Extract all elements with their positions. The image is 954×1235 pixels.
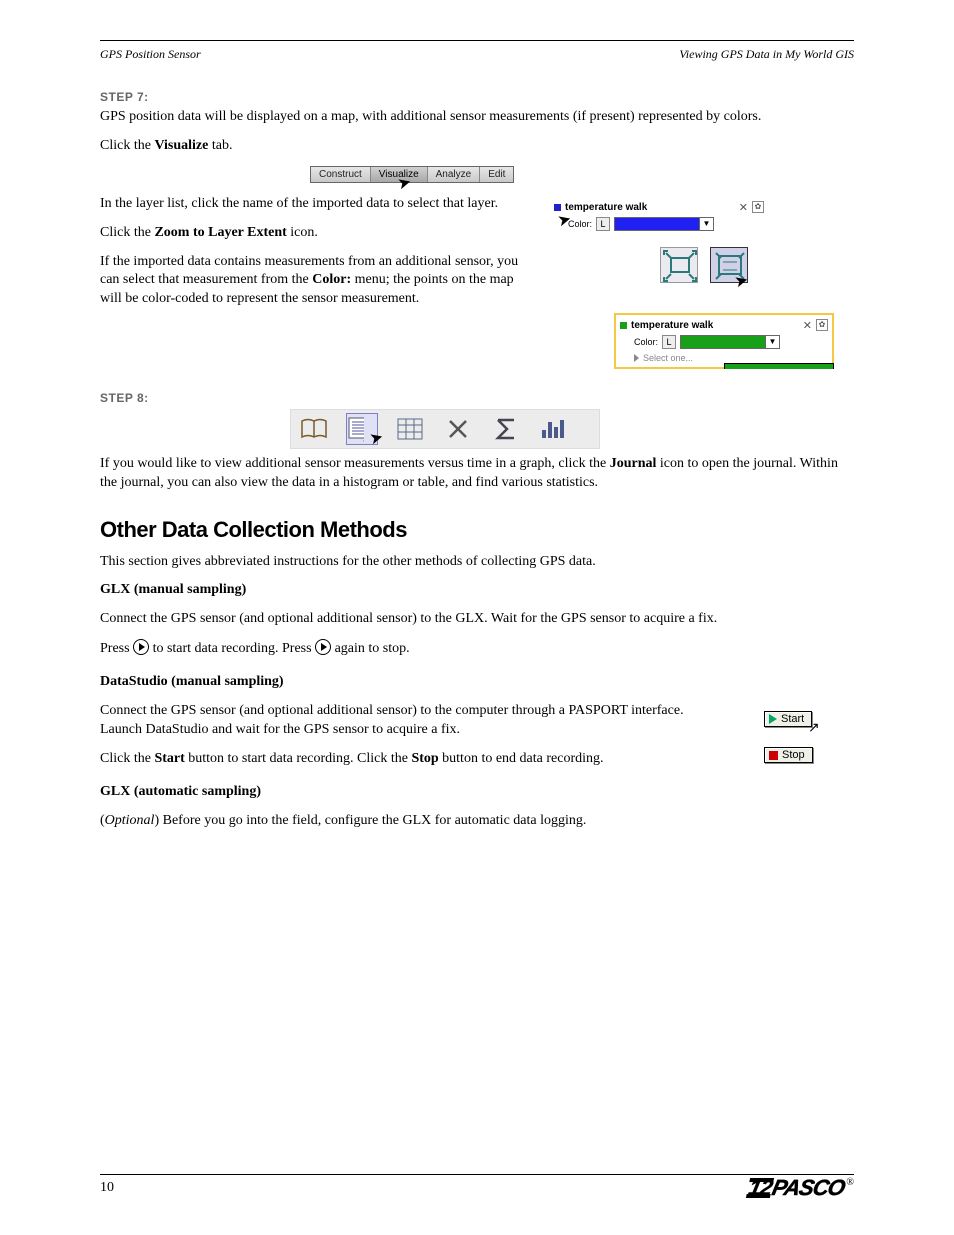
start-button[interactable]: Start [764,711,812,727]
top-rule [100,40,854,41]
step7-col-p3: If the imported data contains measuremen… [100,253,520,310]
glx-manual-p2: Press to start data recording. Press aga… [100,639,854,659]
color-dropdown[interactable]: ▼ [614,217,714,231]
running-header: GPS Position Sensor Viewing GPS Data in … [100,47,854,62]
dropdown-swatch[interactable] [725,364,833,369]
ds-manual-p2: Click the Start button to start data rec… [100,750,700,769]
ds-manual-p1: Connect the GPS sensor (and optional add… [100,702,700,740]
left-column: In the layer list, click the name of the… [100,191,520,319]
step7-p2: Click the Visualize tab. [100,137,854,156]
color-label: Color: [634,337,658,347]
step7-col-p2: Click the Zoom to Layer Extent icon. [100,224,520,243]
layer-color-swatch [554,204,561,211]
select-one-label: Select one... [643,353,693,363]
l-button[interactable]: L [596,217,610,231]
glx-manual-title: GLX (manual sampling) [100,581,854,600]
journal-toolbar-figure: ➤ [290,409,854,449]
layer-legend-1: temperature walk ✕ ✿ ➤ Color: L ▼ [554,201,764,231]
stop-icon [769,751,778,760]
tab-construct[interactable]: Construct [311,167,371,182]
step8-label: STEP 8: [100,391,854,405]
gear-icon[interactable]: ✿ [816,319,828,331]
color-dropdown[interactable]: ▼ [680,335,780,349]
layer-color-swatch [620,322,627,329]
header-right: Viewing GPS Data in My World GIS [679,47,854,62]
play-icon [315,639,331,655]
expand-icon [634,354,639,362]
step7-label: STEP 7: [100,90,854,104]
zoom-icon-pair: ➤ [554,247,854,283]
l-button[interactable]: L [662,335,676,349]
step8-p1: If you would like to view additional sen… [100,455,854,493]
color-label: Color: [568,219,592,229]
methods-intro: This section gives abbreviated instructi… [100,553,854,572]
stop-button[interactable]: Stop [764,747,813,763]
glx-auto-p1: (Optional) Before you go into the field,… [100,812,854,831]
layer-legend-2: temperature walk ✕ ✿ Color: L ▼ Select o… [614,313,834,369]
mode-tabs-figure: Construct Visualize Analyze Edit ➤ [310,166,854,183]
two-column-block: In the layer list, click the name of the… [100,191,854,369]
glx-manual-p1: Connect the GPS sensor (and optional add… [100,610,854,629]
tab-edit[interactable]: Edit [480,167,513,182]
zoom-layer-ref: Zoom to Layer Extent [154,225,286,240]
play-icon [769,714,777,724]
journal-toolbar: ➤ [290,409,600,449]
book-icon[interactable] [299,414,329,444]
cursor-icon: ➤ [368,429,385,448]
page: GPS Position Sensor Viewing GPS Data in … [0,0,954,1235]
close-icon[interactable]: ✕ [803,319,812,332]
table-icon[interactable] [395,414,425,444]
tab-visualize[interactable]: Visualize [371,167,428,182]
brand-logo: 12PASCO® [748,1175,854,1201]
ds-manual-title: DataStudio (manual sampling) [100,673,700,692]
tab-analyze[interactable]: Analyze [428,167,481,182]
clear-icon[interactable] [443,414,473,444]
footer: 10 12PASCO® [100,1175,854,1201]
gear-icon[interactable]: ✿ [752,201,764,213]
header-left: GPS Position Sensor [100,47,201,62]
select-one-row[interactable]: Select one... [634,353,828,363]
journal-icon[interactable]: ➤ [347,414,377,444]
journal-ref: Journal [610,456,657,471]
step7-col-p1: In the layer list, click the name of the… [100,195,520,214]
section-heading: Other Data Collection Methods [100,517,854,543]
measurement-dropdown: Temperature (°C) Speed (m/s) Course (°) … [724,363,834,369]
step7-p1: GPS position data will be displayed on a… [100,108,854,127]
histogram-icon[interactable] [539,414,569,444]
layer-name[interactable]: temperature walk [631,320,713,331]
zoom-to-full-extent-icon[interactable] [660,247,698,283]
close-icon[interactable]: ✕ [739,201,748,214]
glx-auto-title: GLX (automatic sampling) [100,783,854,802]
right-column: temperature walk ✕ ✿ ➤ Color: L ▼ [554,191,854,369]
sigma-icon[interactable] [491,414,521,444]
color-menu-ref: Color: [312,272,351,287]
mode-tabs: Construct Visualize Analyze Edit [310,166,514,183]
visualize-tab-ref: Visualize [154,138,208,153]
layer-name[interactable]: temperature walk [565,202,647,213]
play-icon [133,639,149,655]
page-number: 10 [100,1180,114,1196]
zoom-to-layer-extent-icon[interactable]: ➤ [710,247,748,283]
